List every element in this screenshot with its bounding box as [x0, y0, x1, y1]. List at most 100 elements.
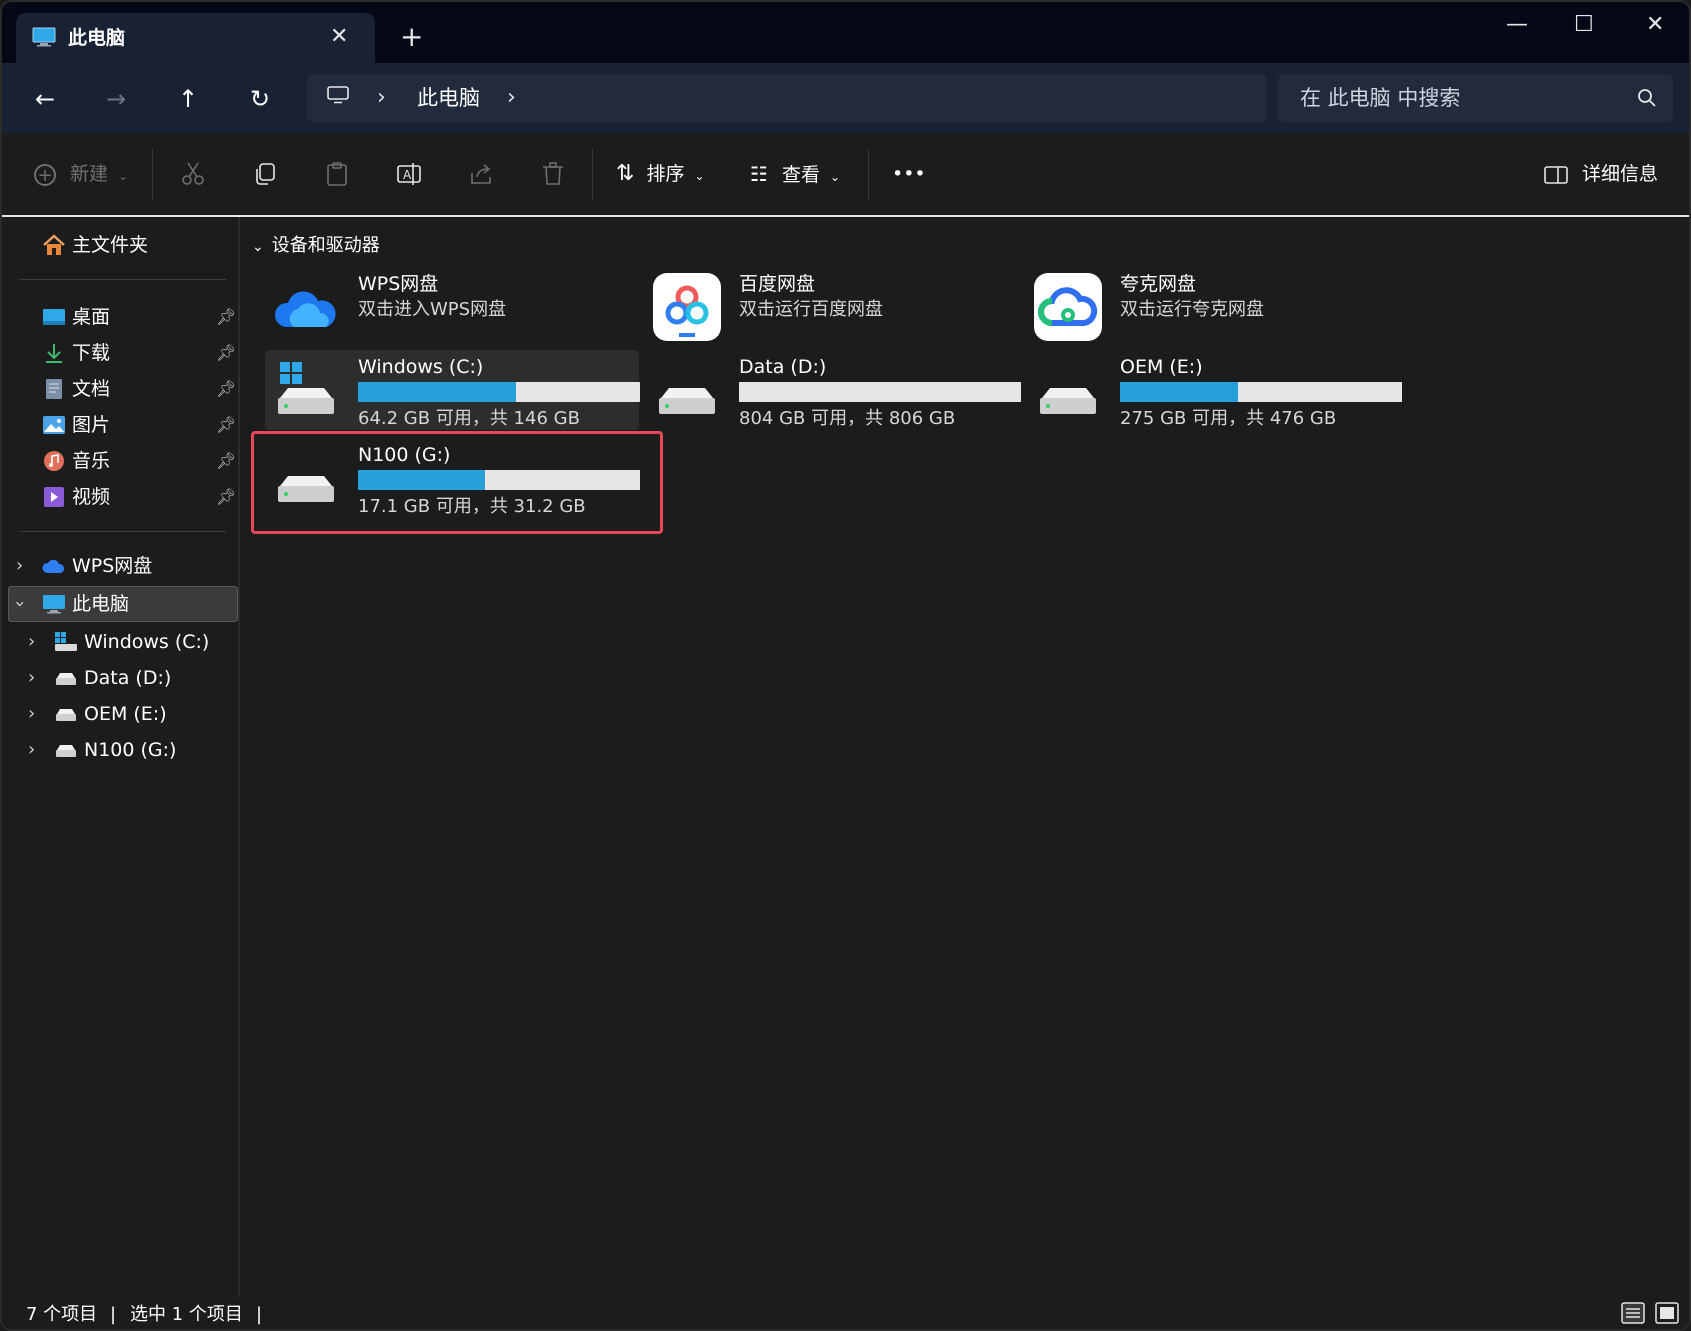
chevron-right-icon[interactable]: ›: [28, 661, 35, 695]
delete-icon[interactable]: [540, 161, 566, 187]
chevron-right-icon[interactable]: ›: [28, 625, 35, 659]
sidebar-label: 桌面: [72, 306, 111, 328]
pin-icon[interactable]: 📌︎: [216, 480, 236, 514]
group-title: 设备和驱动器: [271, 235, 380, 256]
sidebar-item-wps[interactable]: › WPS网盘: [16, 549, 236, 583]
sidebar-label: 主文件夹: [72, 234, 149, 256]
toolbar-separator: [868, 149, 869, 201]
chevron-right-icon[interactable]: ›: [16, 549, 23, 583]
pin-icon[interactable]: 📌︎: [216, 300, 236, 334]
details-pane-button[interactable]: 详细信息: [1544, 157, 1658, 191]
back-button[interactable]: ←: [27, 81, 63, 117]
drive-free-space: 275 GB 可用，共 476 GB: [1120, 408, 1337, 429]
sidebar-label: 此电脑: [72, 593, 130, 615]
sidebar-item-documents[interactable]: 文档 📌︎: [42, 372, 238, 406]
sidebar-separator: [20, 279, 226, 280]
sidebar-item-drive-d[interactable]: › Data (D:): [28, 661, 238, 695]
rename-icon[interactable]: A: [396, 161, 422, 187]
pin-icon[interactable]: 📌︎: [216, 444, 236, 478]
details-view-icon[interactable]: [1620, 1301, 1646, 1325]
pin-icon[interactable]: 📌︎: [216, 408, 236, 442]
drive-icon: [56, 745, 76, 757]
search-input[interactable]: 在 此电脑 中搜索: [1300, 85, 1460, 111]
drive-icon: [659, 388, 715, 414]
drive-free-space: 17.1 GB 可用，共 31.2 GB: [358, 496, 586, 517]
chevron-down-icon: ⌄: [694, 169, 705, 183]
copy-icon[interactable]: [252, 161, 278, 187]
drive-usage-fill: [1120, 382, 1239, 402]
maximize-button[interactable]: ☐: [1574, 12, 1594, 38]
chevron-right-icon[interactable]: ›: [377, 85, 386, 111]
drive-name: Data (D:): [739, 356, 827, 378]
chevron-right-icon[interactable]: ›: [507, 85, 516, 111]
status-separator: |: [256, 1304, 263, 1325]
sidebar-separator: [20, 531, 226, 532]
new-label: 新建: [70, 163, 109, 185]
chevron-right-icon[interactable]: ›: [28, 697, 35, 731]
wps-cloud-icon: [274, 291, 336, 327]
breadcrumb-this-pc[interactable]: 此电脑: [417, 85, 480, 111]
sidebar-item-desktop[interactable]: 桌面 📌︎: [42, 300, 238, 334]
forward-button[interactable]: →: [98, 81, 134, 117]
pin-icon[interactable]: 📌︎: [216, 372, 236, 406]
more-options-button[interactable]: •••: [892, 157, 926, 191]
svg-text:A: A: [403, 168, 412, 182]
close-tab-icon[interactable]: ✕: [330, 24, 348, 50]
search-icon[interactable]: [1637, 88, 1657, 108]
monitor-icon: [43, 595, 65, 614]
sidebar-item-pictures[interactable]: 图片 📌︎: [42, 408, 238, 442]
drive-free-space: 64.2 GB 可用，共 146 GB: [358, 408, 580, 429]
chevron-down-icon[interactable]: ›: [3, 600, 37, 607]
windows-drive-icon: [278, 362, 334, 414]
tile-drive-d[interactable]: Data (D:) 804 GB 可用，共 806 GB: [645, 350, 1021, 430]
baidu-netdisk-icon: [653, 273, 721, 341]
chevron-down-icon[interactable]: ⌄: [252, 239, 264, 255]
sidebar-item-music[interactable]: 音乐 📌︎: [42, 444, 238, 478]
search-box[interactable]: 在 此电脑 中搜索: [1278, 74, 1673, 122]
view-button[interactable]: ☷ 查看 ⌄: [750, 157, 840, 191]
drive-usage-fill: [358, 470, 485, 490]
paste-icon[interactable]: [324, 161, 350, 187]
pictures-icon: [43, 416, 65, 434]
sidebar-item-home[interactable]: 主文件夹: [42, 228, 232, 262]
drive-usage-bar: [358, 470, 640, 490]
sidebar-item-drive-e[interactable]: › OEM (E:): [28, 697, 238, 731]
sidebar-item-drive-c[interactable]: › Windows (C:): [28, 625, 238, 659]
title-bar: 此电脑 ✕ + — ☐ ✕: [2, 2, 1689, 63]
minimize-button[interactable]: —: [1506, 12, 1528, 38]
sidebar-item-drive-g[interactable]: › N100 (G:): [28, 733, 238, 767]
status-separator: |: [110, 1304, 117, 1325]
sort-button[interactable]: ⇅ 排序 ⌄: [616, 157, 705, 191]
close-window-button[interactable]: ✕: [1646, 12, 1664, 38]
address-bar[interactable]: › 此电脑 ›: [307, 74, 1267, 122]
group-header-devices[interactable]: ⌄ 设备和驱动器: [252, 234, 380, 259]
chevron-right-icon[interactable]: ›: [28, 733, 35, 767]
sidebar-item-this-pc[interactable]: › 此电脑: [10, 587, 236, 621]
tiles-view-icon[interactable]: [1654, 1301, 1680, 1325]
sidebar-item-videos[interactable]: 视频 📌︎: [42, 480, 238, 514]
tile-drive-e[interactable]: OEM (E:) 275 GB 可用，共 476 GB: [1026, 350, 1402, 430]
new-tab-button[interactable]: +: [400, 22, 423, 52]
share-icon[interactable]: [468, 161, 494, 187]
drive-name: N100 (G:): [358, 444, 451, 466]
refresh-button[interactable]: ↻: [242, 81, 278, 117]
up-button[interactable]: ↑: [170, 81, 206, 117]
tile-baidu-cloud[interactable]: 百度网盘 双击运行百度网盘: [645, 267, 1015, 347]
tile-quark-cloud[interactable]: 夸克网盘 双击运行夸克网盘: [1026, 267, 1396, 347]
selected-count: 选中 1 个项目: [130, 1304, 243, 1325]
sidebar-label: Data (D:): [84, 667, 172, 689]
windows-drive-icon: [55, 632, 77, 651]
tile-drive-c[interactable]: Windows (C:) 64.2 GB 可用，共 146 GB: [264, 350, 640, 430]
sidebar-label: WPS网盘: [72, 555, 153, 577]
tab-this-pc[interactable]: 此电脑 ✕: [16, 13, 375, 63]
sidebar-item-downloads[interactable]: 下载 📌︎: [42, 336, 238, 370]
desktop-icon: [43, 309, 65, 325]
tile-wps-cloud[interactable]: WPS网盘 双击进入WPS网盘: [264, 267, 634, 347]
pin-icon[interactable]: 📌︎: [216, 336, 236, 370]
new-button[interactable]: + 新建 ⌄: [34, 157, 128, 191]
tile-drive-g[interactable]: N100 (G:) 17.1 GB 可用，共 31.2 GB: [264, 438, 640, 518]
details-label: 详细信息: [1582, 163, 1659, 185]
item-count: 7 个项目: [26, 1304, 98, 1325]
command-bar: + 新建 ⌄ A ⇅ 排序 ⌄ ☷ 查看 ⌄ ••• 详细信息: [2, 133, 1689, 217]
cut-icon[interactable]: [180, 161, 206, 187]
